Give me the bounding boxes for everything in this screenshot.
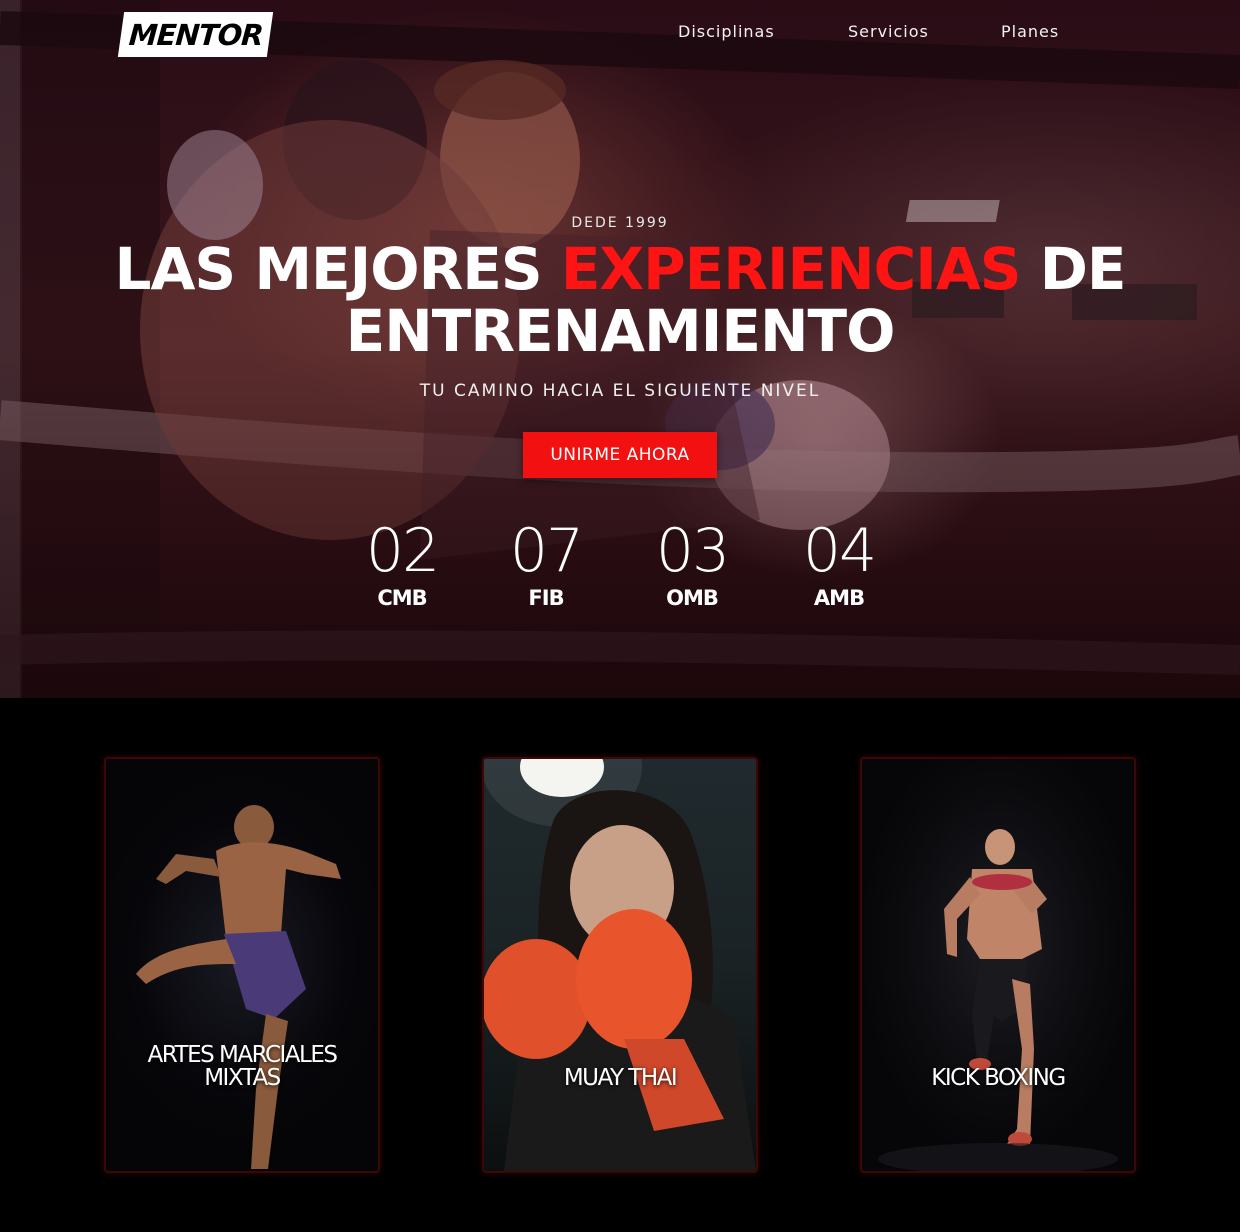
- discipline-title: MUAY THAI: [563, 1065, 678, 1091]
- hero-eyebrow: DEDE 1999: [571, 215, 669, 231]
- stat-omb: 03 OMB: [637, 516, 747, 610]
- headline-line2: ENTRENAMIENTO: [345, 297, 896, 365]
- discipline-title: ARTES MARCIALES MIXTAS: [106, 1044, 378, 1090]
- title-line2: MIXTAS: [204, 1065, 281, 1091]
- join-now-button[interactable]: UNIRME AHORA: [523, 432, 717, 478]
- stat-value: 03: [655, 516, 730, 586]
- stat-amb: 04 AMB: [784, 516, 894, 610]
- stat-label: AMB: [813, 586, 865, 610]
- headline-part2: DE: [1020, 235, 1127, 303]
- headline-accent: EXPERIENCIAS: [560, 235, 1022, 303]
- discipline-card-mma[interactable]: ARTES MARCIALES MIXTAS: [104, 757, 380, 1173]
- mma-fighter-photo: [136, 805, 341, 1169]
- stat-cmb: 02 CMB: [347, 516, 457, 610]
- hero-tagline: TU CAMINO HACIA EL SIGUIENTE NIVEL: [419, 381, 821, 401]
- hero-headline: LAS MEJORES EXPERIENCIAS DE ENTRENAMIENT…: [0, 238, 1240, 362]
- kick-boxing-fighter-photo: [878, 829, 1118, 1171]
- stat-label: CMB: [377, 586, 427, 610]
- discipline-card-muay-thai[interactable]: MUAY THAI: [482, 757, 758, 1173]
- mentor-logo[interactable]: MENTOR: [117, 12, 274, 57]
- stat-value: 02: [365, 516, 440, 586]
- logo-text: MENTOR: [127, 17, 264, 52]
- nav-link-servicios[interactable]: Servicios: [848, 22, 929, 41]
- stat-value: 04: [802, 516, 877, 586]
- stat-fib: 07 FIB: [491, 516, 601, 610]
- stat-value: 07: [509, 516, 584, 586]
- nav-link-disciplinas[interactable]: Disciplinas: [678, 22, 775, 41]
- hero-section: MENTOR Disciplinas Servicios Planes DEDE…: [0, 0, 1240, 698]
- discipline-title: KICK BOXING: [931, 1065, 1066, 1091]
- discipline-card-kick-boxing[interactable]: KICK BOXING: [860, 757, 1136, 1173]
- muay-thai-fighter-photo: [484, 759, 756, 1171]
- nav-link-planes[interactable]: Planes: [1001, 22, 1059, 41]
- stat-label: FIB: [528, 586, 564, 610]
- stat-label: OMB: [666, 586, 719, 610]
- headline-part1: LAS MEJORES: [114, 235, 561, 303]
